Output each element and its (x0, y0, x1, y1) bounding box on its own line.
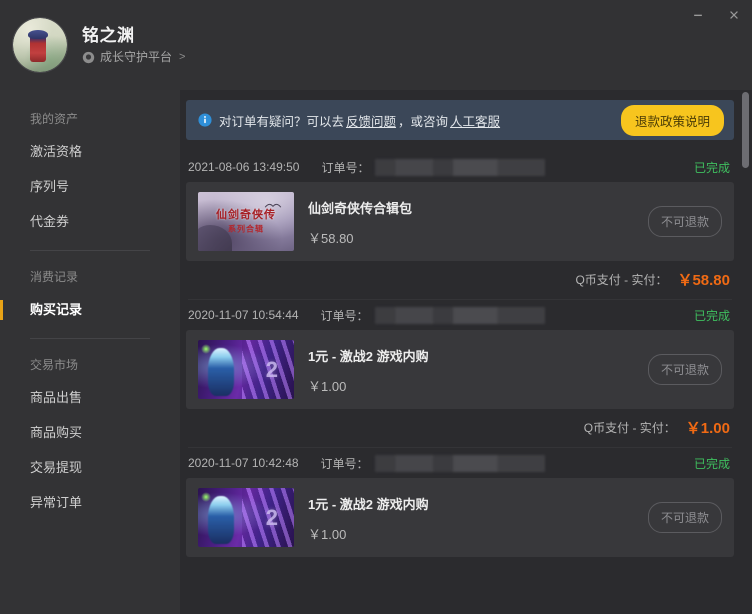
platform-label: 成长守护平台 (100, 50, 173, 64)
sidebar-item-sell-goods[interactable]: 商品出售 (0, 380, 180, 415)
shield-icon (82, 51, 95, 64)
close-button[interactable] (716, 0, 752, 30)
order-number-redacted (374, 306, 545, 324)
refund-button: 不可退款 (647, 502, 722, 533)
order-product-card[interactable]: 2 1元 - 激战2 游戏内购 ￥1.00 不可退款 (186, 330, 734, 409)
status-badge: 已完成 (693, 456, 730, 471)
app-window: 铭之渊 成长守护平台 > 我的资产 激活资格 序列号 代金券 消费记录 购买记录… (0, 0, 752, 614)
product-thumbnail: 2 (198, 340, 294, 399)
sidebar-item-abnormal-orders[interactable]: 异常订单 (0, 485, 180, 520)
scrollbar-thumb[interactable] (742, 92, 749, 168)
order-number-label: 订单号： (320, 456, 369, 471)
chevron-right-icon: > (179, 50, 186, 63)
thumbnail-rock (198, 225, 232, 251)
banner-text-before: 对订单有疑问？可以去 (219, 114, 345, 129)
avatar-hat (28, 29, 49, 39)
user-block: 铭之渊 成长守护平台 > (82, 27, 185, 64)
orders-scroll-area: 对订单有疑问？可以去 反馈问题 ，或咨询 人工客服 退款政策说明 2021-08-06… (186, 100, 734, 614)
sidebar-item-activation[interactable]: 激活资格 (0, 134, 180, 169)
nav-group-market: 交易市场 商品出售 商品购买 交易提现 异常订单 (0, 350, 180, 520)
thumbnail-logo: 2 (265, 356, 278, 382)
product-info: 1元 - 激战2 游戏内购 ￥1.00 (308, 344, 634, 395)
order-item: 2020-11-07 10:54:44 订单号： 已完成 2 1元 - 激战2 … (186, 300, 734, 445)
nav-heading-market: 交易市场 (30, 358, 79, 372)
order-header: 2021-08-06 13:49:50 订单号： 已完成 (186, 152, 734, 182)
order-number-label: 订单号： (320, 308, 369, 323)
nav-heading-assets: 我的资产 (30, 112, 79, 126)
feedback-link[interactable]: 反馈问题 (344, 115, 398, 129)
payment-total: ￥58.80 (677, 271, 730, 289)
thumbnail-glow (201, 492, 211, 502)
order-product-card[interactable]: 2 1元 - 激战2 游戏内购 ￥1.00 不可退款 (186, 478, 734, 557)
product-thumbnail: 仙剑奇侠传 系列合辑 (198, 192, 294, 251)
nav-group-consumption: 消费记录 购买记录 (0, 262, 180, 327)
refund-button: 不可退款 (647, 354, 722, 385)
order-number-redacted (375, 158, 546, 176)
avatar[interactable] (12, 17, 68, 73)
product-name: 1元 - 激战2 游戏内购 (308, 349, 429, 364)
user-nickname: 铭之渊 (82, 25, 135, 45)
order-timestamp: 2021-08-06 13:49:50 (188, 160, 300, 174)
thumbnail-character (208, 496, 234, 544)
order-item: 2020-11-07 10:42:48 订单号： 已完成 2 1元 - 激战2 … (186, 448, 734, 557)
info-icon (198, 113, 212, 127)
product-price: ￥58.80 (308, 231, 354, 246)
scrollbar-track[interactable] (742, 90, 749, 614)
product-name: 仙剑奇侠传合辑包 (308, 201, 413, 216)
order-timestamp: 2020-11-07 10:42:48 (188, 456, 299, 470)
title-bar: 铭之渊 成长守护平台 > (0, 0, 752, 90)
status-badge: 已完成 (693, 308, 730, 323)
sidebar-divider-1 (30, 250, 150, 251)
thumbnail-logo: 2 (265, 504, 278, 530)
body-area: 我的资产 激活资格 序列号 代金券 消费记录 购买记录 交易市场 商品出售 商品… (0, 90, 752, 614)
sidebar-item-serial-number[interactable]: 序列号 (0, 169, 180, 204)
sidebar-item-voucher[interactable]: 代金券 (0, 204, 180, 239)
sidebar-divider-2 (30, 338, 150, 339)
banner-text: 对订单有疑问？可以去 反馈问题 ，或咨询 人工客服 (219, 111, 614, 130)
product-info: 仙剑奇侠传合辑包 ￥58.80 (308, 196, 634, 247)
order-footer: Q币支付 - 实付： ￥58.80 (186, 261, 734, 297)
refund-policy-button[interactable]: 退款政策说明 (620, 104, 724, 136)
order-header: 2020-11-07 10:54:44 订单号： 已完成 (186, 300, 734, 330)
sidebar-item-buy-goods[interactable]: 商品购买 (0, 415, 180, 450)
sidebar: 我的资产 激活资格 序列号 代金券 消费记录 购买记录 交易市场 商品出售 商品… (0, 90, 180, 614)
order-header: 2020-11-07 10:42:48 订单号： 已完成 (186, 448, 734, 478)
thumbnail-title: 仙剑奇侠传 (216, 209, 276, 222)
product-info: 1元 - 激战2 游戏内购 ￥1.00 (308, 492, 634, 543)
nav-group-assets: 我的资产 激活资格 序列号 代金券 (0, 104, 180, 239)
order-timestamp: 2020-11-07 10:54:44 (188, 308, 299, 322)
banner-text-middle: ，或咨询 (398, 114, 449, 129)
status-badge: 已完成 (693, 160, 730, 175)
sidebar-item-withdraw[interactable]: 交易提现 (0, 450, 180, 485)
minimize-button[interactable] (680, 0, 716, 30)
order-footer: Q币支付 - 实付： ￥1.00 (186, 409, 734, 445)
order-item: 2021-08-06 13:49:50 订单号： 已完成 仙剑奇侠传 系列合辑 … (186, 152, 734, 297)
payment-total: ￥1.00 (685, 419, 730, 437)
product-thumbnail: 2 (198, 488, 294, 547)
product-price: ￥1.00 (308, 379, 347, 394)
payment-method: Q币支付 - 实付： (583, 420, 676, 435)
thumbnail-glow (201, 344, 211, 354)
thumbnail-subtitle: 系列合辑 (228, 224, 264, 234)
window-controls (680, 0, 752, 34)
product-price: ￥1.00 (308, 527, 347, 542)
customer-service-link[interactable]: 人工客服 (448, 115, 502, 129)
sidebar-item-purchase-history[interactable]: 购买记录 (0, 292, 180, 327)
order-product-card[interactable]: 仙剑奇侠传 系列合辑 仙剑奇侠传合辑包 ￥58.80 不可退款 (186, 182, 734, 261)
product-name: 1元 - 激战2 游戏内购 (308, 497, 429, 512)
order-number-redacted (374, 454, 545, 472)
help-banner: 对订单有疑问？可以去 反馈问题 ，或咨询 人工客服 退款政策说明 (186, 100, 734, 140)
payment-method: Q币支付 - 实付： (575, 272, 668, 287)
nav-heading-consumption: 消费记录 (30, 270, 79, 284)
order-number-label: 订单号： (321, 160, 370, 175)
refund-button: 不可退款 (647, 206, 722, 237)
main-content: 对订单有疑问？可以去 反馈问题 ，或咨询 人工客服 退款政策说明 2021-08-06… (180, 90, 752, 614)
thumbnail-character (208, 348, 234, 396)
growth-guardian-link[interactable]: 成长守护平台 > (82, 51, 185, 64)
